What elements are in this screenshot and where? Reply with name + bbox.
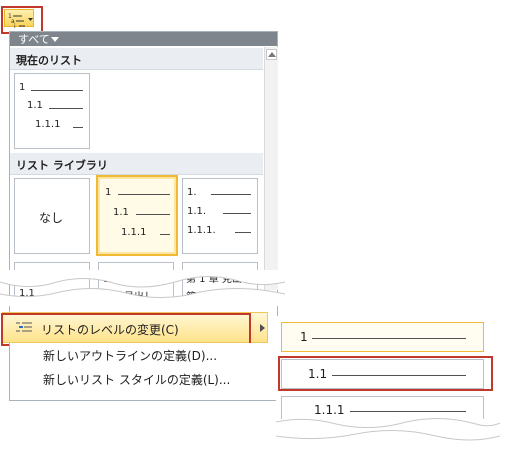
gallery-filter-bar[interactable]: すべて	[10, 32, 277, 46]
tile-level2-text: 1.1	[27, 100, 43, 111]
current-list-header: 現在のリスト	[10, 48, 263, 70]
define-outline-menu-item[interactable]: 新しいアウトラインの定義(D)...	[43, 347, 217, 364]
level-line	[350, 411, 466, 412]
tile-level3-text: 1.1.1	[121, 227, 147, 238]
tile-line	[31, 90, 83, 91]
tile-level2-text: 1.1	[113, 207, 129, 218]
tile-level1-text: 1	[19, 82, 26, 93]
library-tile-numbered-dots[interactable]: 1. 1.1. 1.1.1.	[182, 178, 258, 254]
library-tile-numbered[interactable]: 1 1.1 1.1.1	[96, 175, 178, 256]
tile-line	[49, 108, 83, 109]
tile-line	[73, 127, 83, 128]
scroll-up-button[interactable]	[266, 49, 277, 60]
tile-line	[223, 213, 251, 214]
gallery-scrollbar[interactable]	[264, 47, 278, 290]
level-label: 1	[300, 330, 308, 344]
define-list-style-menu-item[interactable]: 新しいリスト スタイルの定義(L)...	[43, 371, 230, 388]
filter-label[interactable]: すべて	[18, 31, 50, 47]
tile-line	[118, 194, 170, 195]
tile-line	[136, 214, 170, 215]
change-list-level-highlight	[1, 313, 251, 346]
torn-edge-separator	[0, 270, 285, 306]
tile-level3-text: 1.1.1.	[187, 225, 216, 236]
chevron-up-icon	[268, 52, 276, 57]
submenu-torn-edge	[276, 417, 500, 451]
submenu-arrow-icon	[260, 324, 265, 332]
tile-level1-text: 1.	[187, 187, 197, 198]
tile-level3-text: 1.1.1	[35, 119, 61, 130]
tile-line	[160, 234, 170, 235]
list-library-header: リスト ライブラリ	[10, 153, 263, 175]
tile-level2-text: 1.1.	[187, 206, 207, 217]
level-line	[312, 338, 466, 339]
chevron-down-icon	[51, 37, 59, 42]
multilevel-list-button[interactable]: 1 a i	[4, 9, 34, 30]
tile-level1-text: 1	[105, 187, 112, 198]
current-list-tile[interactable]: 1 1.1 1.1.1	[14, 73, 90, 149]
tile-line	[235, 232, 251, 233]
multilevel-list-icon: 1 a i	[8, 13, 33, 30]
submenu-level-2-highlight	[278, 356, 493, 391]
library-tile-none[interactable]: なし	[14, 178, 90, 254]
tile-none-label: なし	[39, 211, 64, 225]
svg-text:i: i	[14, 23, 16, 28]
tile-line	[211, 194, 251, 195]
submenu-level-1[interactable]: 1	[281, 322, 484, 352]
